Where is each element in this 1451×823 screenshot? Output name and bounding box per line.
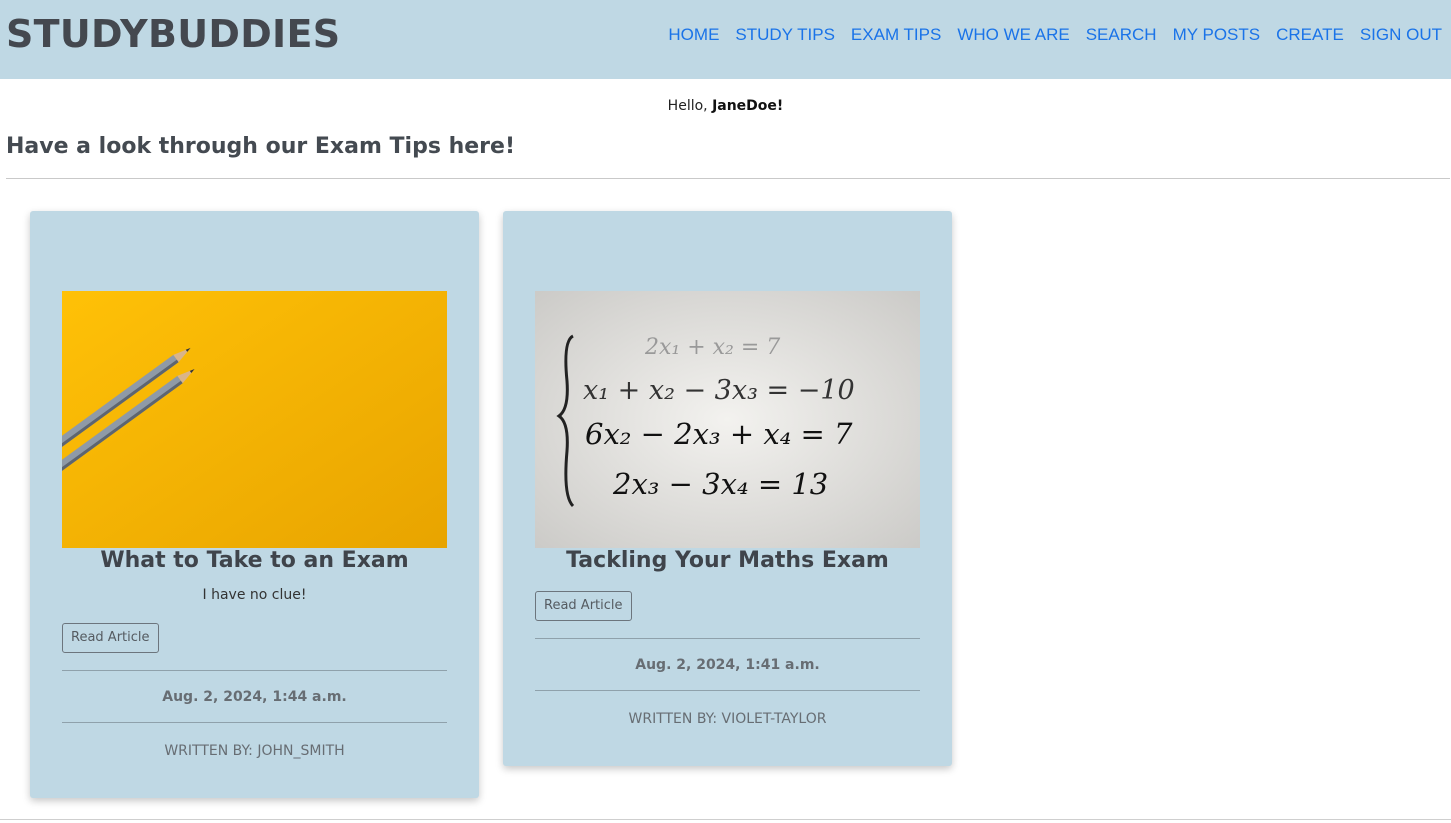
- nav-who-we-are[interactable]: WHO WE ARE: [957, 25, 1069, 45]
- equation-line: 2x₁ + x₂ = 7: [644, 335, 780, 360]
- pencils-on-yellow-image[interactable]: [62, 291, 447, 548]
- greeting: Hello, JaneDoe!: [0, 98, 1451, 114]
- post-title[interactable]: What to Take to an Exam: [30, 548, 479, 573]
- main-nav: HOME STUDY TIPS EXAM TIPS WHO WE ARE SEA…: [668, 25, 1442, 45]
- nav-exam-tips[interactable]: EXAM TIPS: [851, 25, 941, 45]
- read-article-button[interactable]: Read Article: [535, 591, 632, 621]
- nav-my-posts[interactable]: MY POSTS: [1173, 25, 1261, 45]
- post-excerpt: I have no clue!: [202, 587, 307, 603]
- post-card: What to Take to an Exam I have no clue! …: [30, 211, 479, 798]
- read-article-button[interactable]: Read Article: [62, 623, 159, 653]
- page-title: Have a look through our Exam Tips here!: [6, 134, 515, 159]
- nav-study-tips[interactable]: STUDY TIPS: [735, 25, 835, 45]
- nav-sign-out[interactable]: SIGN OUT: [1360, 25, 1442, 45]
- divider: [62, 670, 447, 671]
- post-date: Aug. 2, 2024, 1:44 a.m.: [162, 689, 347, 705]
- brand-logo[interactable]: STUDYBUDDIES: [6, 12, 340, 56]
- equation-line: 6x₂ − 2x₃ + x₄ = 7: [585, 417, 853, 451]
- divider: [6, 178, 1450, 179]
- equations-image[interactable]: 2x₁ + x₂ = 7 x₁ + x₂ − 3x₃ = −10 6x₂ − 2…: [535, 291, 920, 548]
- post-date: Aug. 2, 2024, 1:41 a.m.: [635, 657, 820, 673]
- post-author: WRITTEN BY: JOHN_SMITH: [164, 743, 345, 759]
- nav-search[interactable]: SEARCH: [1086, 25, 1157, 45]
- divider: [62, 722, 447, 723]
- post-title[interactable]: Tackling Your Maths Exam: [503, 548, 952, 573]
- post-author: WRITTEN BY: VIOLET-TAYLOR: [628, 711, 827, 727]
- footer-divider: [0, 819, 1451, 820]
- divider: [535, 690, 920, 691]
- greeting-prefix: Hello,: [667, 98, 713, 114]
- site-header: STUDYBUDDIES HOME STUDY TIPS EXAM TIPS W…: [0, 0, 1451, 79]
- equation-line: 2x₃ − 3x₄ = 13: [612, 467, 828, 501]
- post-card: 2x₁ + x₂ = 7 x₁ + x₂ − 3x₃ = −10 6x₂ − 2…: [503, 211, 952, 766]
- nav-home[interactable]: HOME: [668, 25, 719, 45]
- equation-line: x₁ + x₂ − 3x₃ = −10: [583, 375, 855, 406]
- nav-create[interactable]: CREATE: [1276, 25, 1344, 45]
- divider: [535, 638, 920, 639]
- greeting-username: JaneDoe!: [712, 98, 784, 114]
